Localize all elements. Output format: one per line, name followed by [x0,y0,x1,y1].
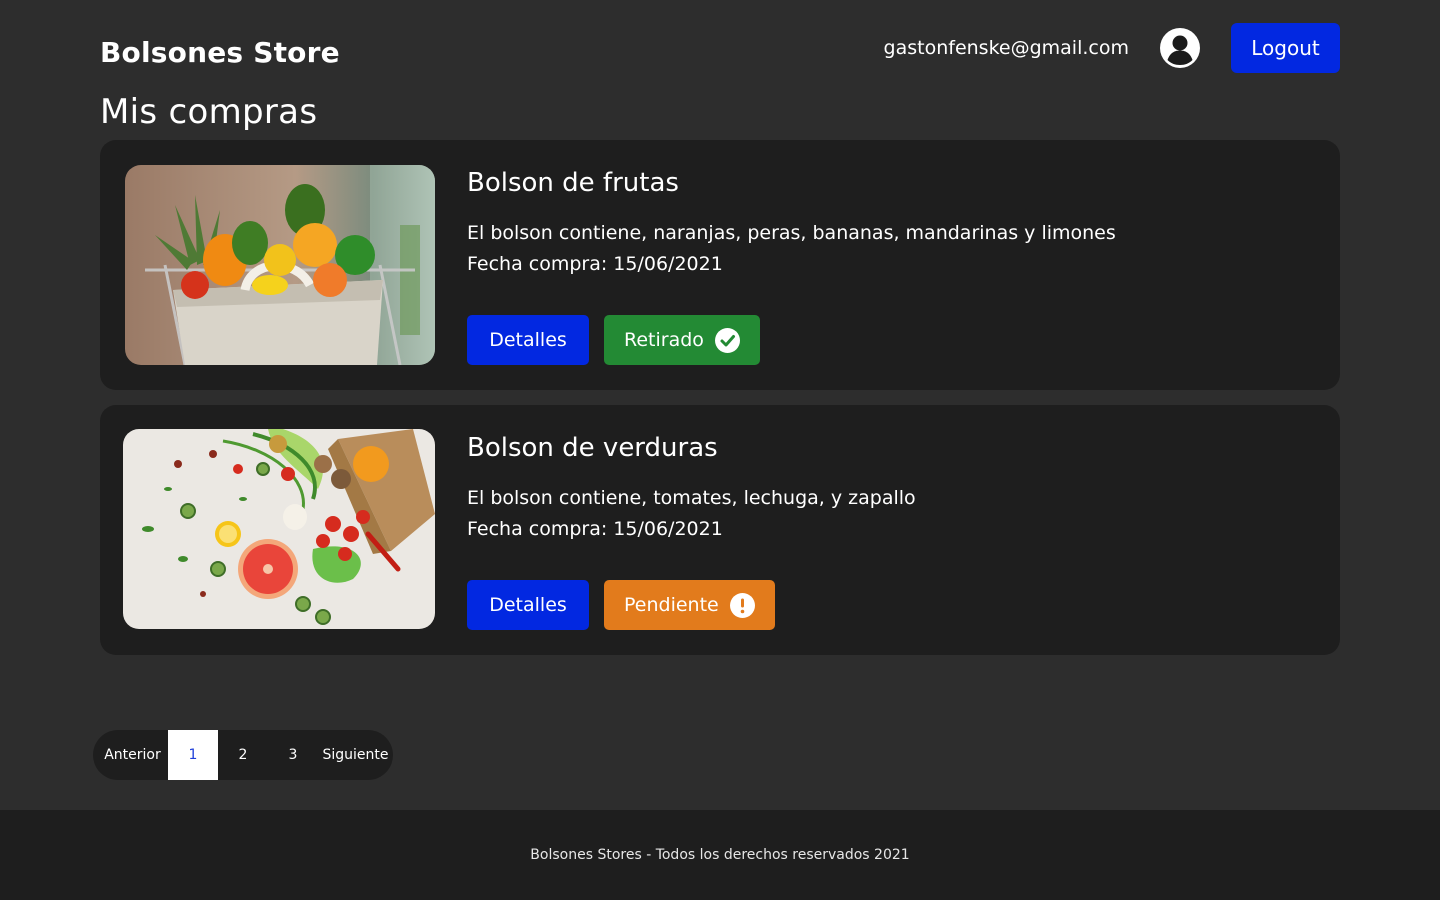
card-actions: Detalles Pendiente [467,580,775,630]
purchase-card: Bolson de frutas El bolson contiene, nar… [100,140,1340,390]
status-label: Retirado [624,329,704,351]
product-description: El bolson contiene, naranjas, peras, ban… [467,222,1116,244]
page-title: Mis compras [100,92,318,132]
card-actions: Detalles Retirado [467,315,760,365]
header: Bolsones Store gastonfenske@gmail.com Lo… [100,22,1340,74]
product-title: Bolson de verduras [467,433,718,463]
details-button[interactable]: Detalles [467,315,589,365]
header-user-area: gastonfenske@gmail.com Logout [884,23,1340,73]
footer: Bolsones Stores - Todos los derechos res… [0,810,1440,900]
status-button-retirado[interactable]: Retirado [604,315,760,365]
purchase-date: Fecha compra: 15/06/2021 [467,253,723,275]
exclamation-circle-icon [729,592,755,618]
user-email: gastonfenske@gmail.com [883,37,1129,59]
purchase-card: Bolson de verduras El bolson contiene, t… [100,405,1340,655]
user-circle-icon[interactable] [1159,27,1201,69]
purchase-date: Fecha compra: 15/06/2021 [467,518,723,540]
pagination-next[interactable]: Siguiente [318,730,393,780]
pagination: Anterior 1 2 3 Siguiente [93,730,393,780]
product-info: El bolson contiene, tomates, lechuga, y … [467,483,916,545]
product-info: El bolson contiene, naranjas, peras, ban… [467,218,1116,280]
footer-text: Bolsones Stores - Todos los derechos res… [530,847,910,863]
pagination-prev[interactable]: Anterior [93,730,168,780]
product-description: El bolson contiene, tomates, lechuga, y … [467,487,916,509]
product-title: Bolson de frutas [467,168,679,198]
vegetable-bag-image [123,429,435,629]
details-button[interactable]: Detalles [467,580,589,630]
logout-button[interactable]: Logout [1231,23,1340,73]
pagination-page-1[interactable]: 1 [168,730,218,780]
pagination-page-3[interactable]: 3 [268,730,318,780]
status-label: Pendiente [624,594,719,616]
check-circle-icon [714,327,740,353]
fruit-bag-image [125,165,435,365]
pagination-page-2[interactable]: 2 [218,730,268,780]
status-button-pendiente[interactable]: Pendiente [604,580,775,630]
brand-title[interactable]: Bolsones Store [100,36,340,69]
